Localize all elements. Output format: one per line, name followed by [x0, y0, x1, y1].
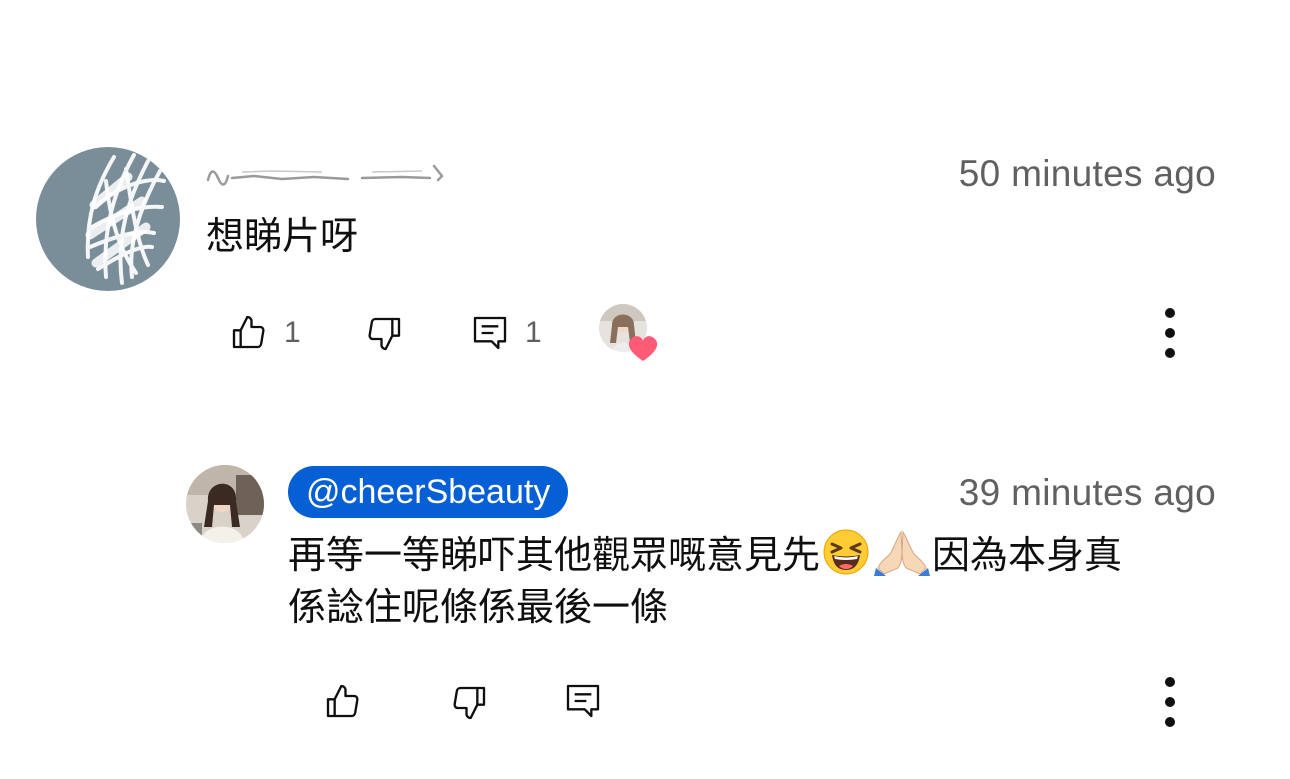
reply-like-icon[interactable] [323, 681, 363, 721]
comment-text: 想睇片呀 [206, 214, 359, 258]
reply-text-part2: 因為本身真 [932, 533, 1123, 577]
like-icon[interactable] [229, 312, 269, 352]
redaction-scribble-icon [206, 164, 444, 186]
avatar-scribble-icon [36, 147, 180, 291]
reply-text-line2: 係諗住呢條係最後一條 [288, 585, 669, 629]
comment-timestamp: 50 minutes ago [958, 153, 1216, 194]
reply-count: 1 [525, 316, 542, 349]
reply-author-badge[interactable]: @cheerSbeauty [288, 466, 569, 518]
reply-dislike-icon[interactable] [449, 683, 489, 723]
dislike-icon[interactable] [364, 314, 404, 354]
reply-reply-icon[interactable] [563, 681, 603, 721]
folded-hands-icon [874, 528, 931, 576]
reply-text-part1: 再等一等睇吓其他觀眾嘅意見先 [288, 533, 821, 577]
like-count: 1 [284, 316, 301, 349]
creator-heart-badge [598, 303, 662, 363]
grinning-squinting-face-icon [822, 528, 870, 576]
commenter-avatar[interactable] [36, 147, 180, 291]
reply-timestamp: 39 minutes ago [958, 472, 1216, 513]
reply-text: 再等一等睇吓其他觀眾嘅意見先 因為本身真 係諗住呢條係最後一條 [288, 528, 1218, 633]
redacted-username [202, 154, 452, 188]
more-options-icon[interactable] [1162, 306, 1178, 360]
reply-icon[interactable] [470, 313, 510, 353]
reply-author-avatar[interactable] [186, 465, 264, 543]
reply-more-options-icon[interactable] [1162, 675, 1178, 729]
